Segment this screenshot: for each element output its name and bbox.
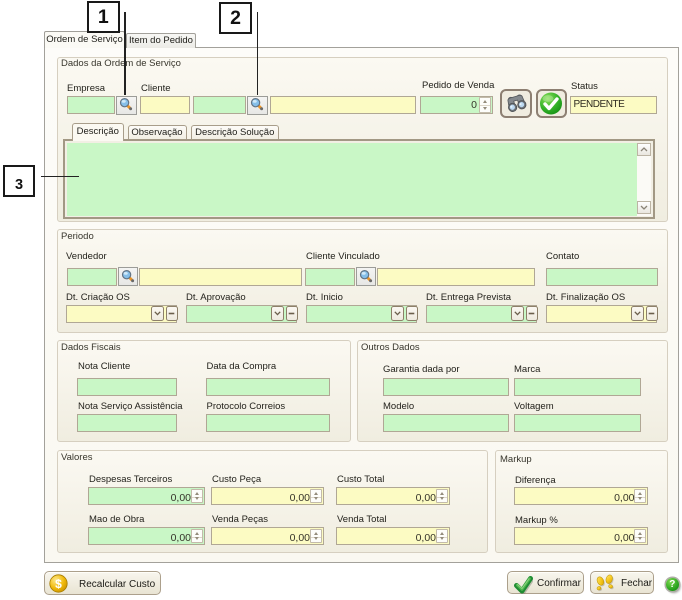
- svg-text:$: $: [55, 577, 62, 591]
